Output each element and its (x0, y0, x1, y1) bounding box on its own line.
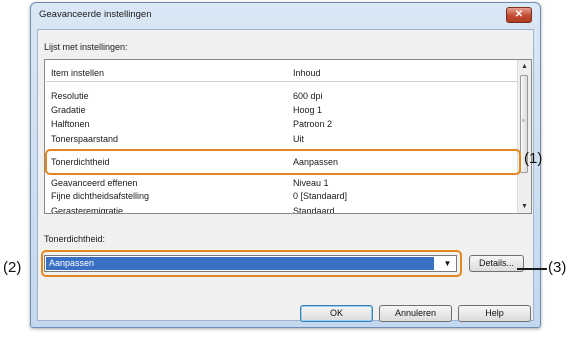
column-header-content: Inhoud (293, 68, 321, 78)
close-button[interactable]: ✕ (506, 7, 532, 23)
dialog-content: Lijst met instellingen: Item instellen I… (37, 29, 534, 322)
details-button[interactable]: Details... (469, 255, 524, 272)
callout-line-3 (517, 268, 547, 270)
dialog-title: Geavanceerde instellingen (39, 9, 152, 20)
callout-label-3: (3) (548, 259, 567, 276)
list-item-label: Fijne dichtheidsafstelling (51, 191, 150, 201)
list-item-label: Gerasteremigratie (51, 206, 124, 214)
selected-value: Aanpassen (46, 257, 434, 270)
list-item-label: Resolutie (51, 91, 89, 101)
list-item-value: Niveau 1 (293, 178, 329, 188)
settings-list-label: Lijst met instellingen: (44, 42, 128, 52)
close-icon: ✕ (514, 9, 524, 20)
list-item-halftones[interactable]: Halftonen Patroon 2 (45, 118, 519, 131)
callout-label-1: (1) (524, 150, 543, 167)
list-item-value: Uit (293, 134, 304, 144)
list-item-value: Hoog 1 (293, 105, 323, 115)
advanced-settings-dialog: Geavanceerde instellingen ✕ Lijst met in… (30, 2, 541, 328)
header-divider (46, 81, 520, 82)
list-item-gradation[interactable]: Gradatie Hoog 1 (45, 104, 519, 117)
list-item-value: Patroon 2 (293, 119, 333, 129)
chevron-down-icon[interactable]: ▼ (439, 256, 456, 271)
title-bar: Geavanceerde instellingen ✕ (31, 3, 540, 27)
list-item-migration[interactable]: Gerasteremigratie Standaard (45, 205, 519, 214)
help-button[interactable]: Help (458, 305, 531, 322)
list-item-value: 600 dpi (293, 91, 323, 101)
list-item-label: Halftonen (51, 119, 90, 129)
arrow-down-icon[interactable]: ▼ (518, 200, 531, 213)
callout-label-2: (2) (3, 259, 22, 276)
cancel-button[interactable]: Annuleren (379, 305, 452, 322)
list-item-label: Geavanceerd effenen (51, 178, 138, 188)
vertical-scrollbar[interactable]: ▲ ≡ ▼ (517, 60, 531, 213)
toner-density-label: Tonerdichtheid: (44, 234, 106, 244)
settings-listbox[interactable]: Item instellen Inhoud Resolutie 600 dpi … (44, 59, 532, 214)
callout-highlight-toner-density (45, 149, 521, 175)
list-item-value: 0 [Standaard] (293, 191, 348, 201)
grip-icon: ≡ (522, 118, 525, 124)
column-header-item: Item instellen (51, 68, 105, 78)
list-item-fine-density[interactable]: Fijne dichtheidsafstelling 0 [Standaard] (45, 190, 519, 203)
toner-density-select[interactable]: Aanpassen ▼ (44, 255, 457, 272)
list-item-value: Standaard (293, 206, 335, 214)
list-item-label: Gradatie (51, 105, 86, 115)
list-item-resolution[interactable]: Resolutie 600 dpi (45, 90, 519, 103)
ok-button[interactable]: OK (300, 305, 373, 322)
list-item-advanced-smoothing[interactable]: Geavanceerd effenen Niveau 1 (45, 177, 519, 190)
list-header: Item instellen Inhoud (45, 67, 519, 80)
list-item-label: Tonerspaarstand (51, 134, 119, 144)
list-item-toner-save[interactable]: Tonerspaarstand Uit (45, 133, 519, 146)
arrow-up-icon[interactable]: ▲ (518, 60, 531, 73)
